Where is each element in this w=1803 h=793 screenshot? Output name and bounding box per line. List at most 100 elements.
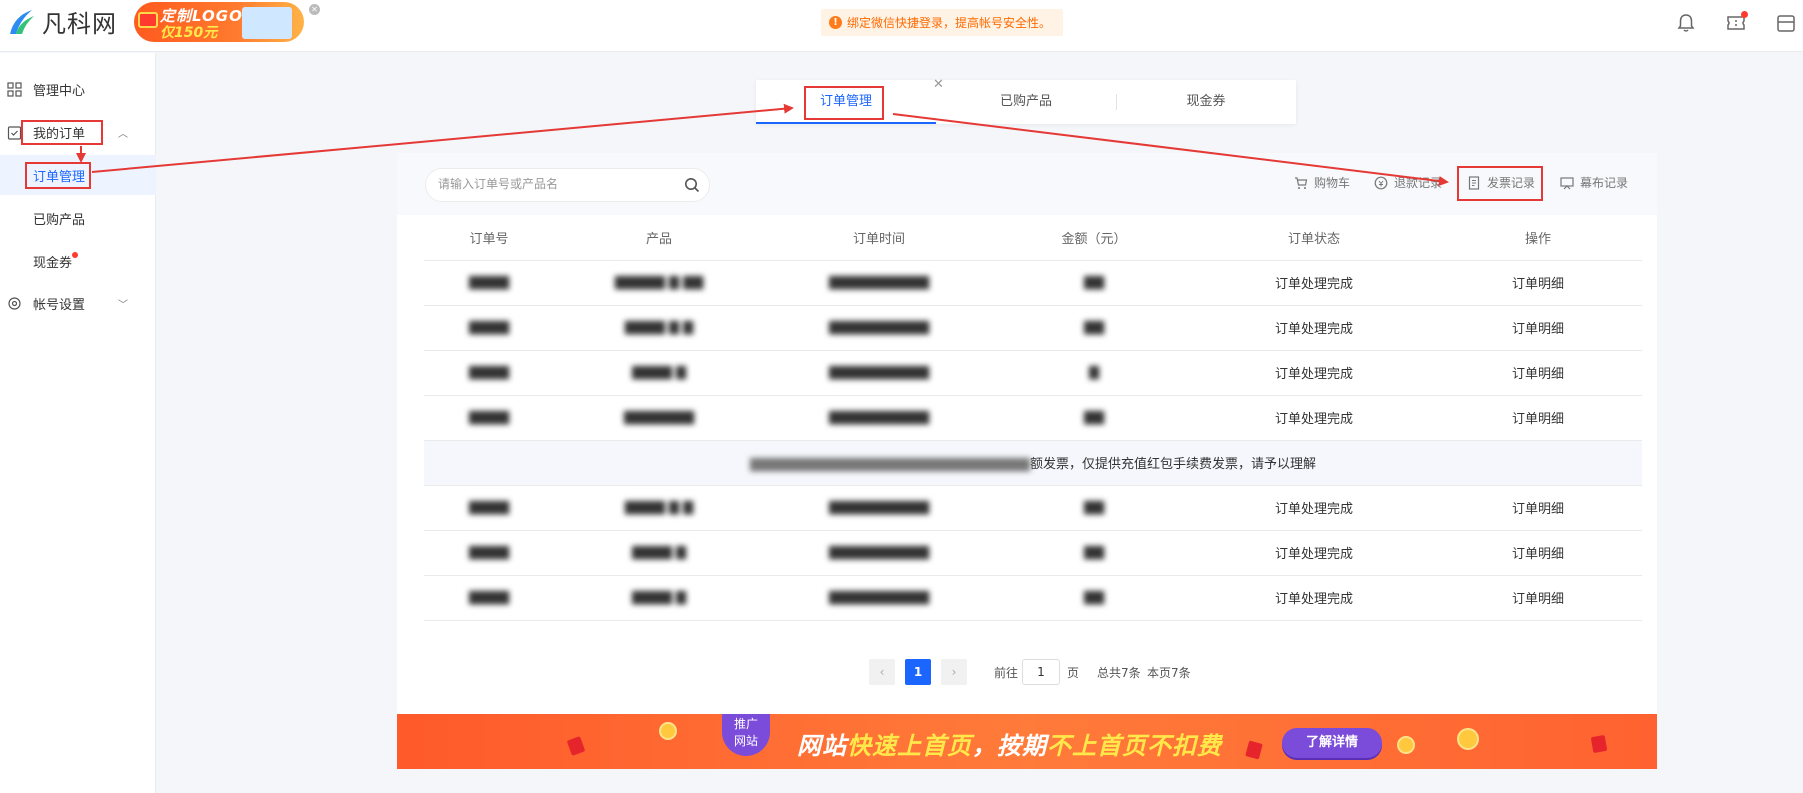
invoice-notice-row: ▇▇▇▇▇▇▇▇▇▇▇▇▇▇▇▇▇▇▇▇▇▇▇▇▇▇▇▇额发票，仅提供充值红包手… [424, 440, 1642, 486]
search-icon[interactable] [684, 177, 700, 193]
product-cell: ▇▇▇▇ ▇ [554, 530, 764, 576]
order-detail-link[interactable]: 订单明细 [1434, 575, 1642, 621]
page-count: 本页7条 [1147, 666, 1191, 680]
notice-text: 绑定微信快捷登录，提高帐号安全性。 [847, 16, 1052, 30]
amount-cell: ▇▇ [994, 395, 1194, 441]
refund-label: 退款记录 [1394, 176, 1443, 190]
promo-tag-line2: 网站 [733, 734, 758, 748]
order-no-cell: ▇▇▇▇ [424, 395, 554, 441]
order-detail-link[interactable]: 订单明细 [1434, 530, 1642, 576]
promo-headline-c: ，按期 [972, 732, 1047, 760]
order-time-cell: ▇▇▇▇▇▇▇▇▇▇ [764, 530, 994, 576]
board-icon [1560, 176, 1574, 189]
col-action: 操作 [1434, 215, 1642, 261]
logo-mark-icon [10, 9, 34, 34]
red-envelope-icon [1245, 740, 1263, 760]
sidebar-subitem-label: 现金券 [33, 255, 73, 271]
order-detail-link[interactable]: 订单明细 [1434, 260, 1642, 306]
sidebar-subitem-label: 已购产品 [33, 212, 86, 228]
promo-line2: 仅150元 [160, 25, 218, 41]
promo-banner[interactable]: 定制LOGO 仅150元 [134, 2, 304, 42]
prev-page-button[interactable]: ‹ [869, 659, 895, 685]
promo-headline-a: 网站 [797, 732, 847, 760]
annotation-box-my-orders [21, 120, 103, 145]
product-cell: ▇▇▇▇▇▇▇ [554, 395, 764, 441]
amount-cell: ▇▇ [994, 260, 1194, 306]
sidebar-subitem-cash-coupon[interactable]: 现金券 [0, 241, 156, 281]
sidebar-item-label: 管理中心 [33, 83, 86, 99]
order-detail-link[interactable]: 订单明细 [1434, 395, 1642, 441]
cart-link[interactable]: 购物车 [1294, 174, 1350, 191]
order-no-cell: ▇▇▇▇ [424, 350, 554, 396]
grid-icon [7, 81, 22, 97]
sidebar-item-account-settings[interactable]: 帐号设置 ﹀ [0, 284, 156, 322]
annotation-box-order-management [25, 162, 91, 189]
close-icon[interactable]: ✕ [933, 77, 944, 92]
cart-icon [1295, 176, 1308, 189]
product-cell: ▇▇▇▇▇ ▇ ▇▇ [554, 260, 764, 306]
annotation-box-order-tab [804, 86, 884, 120]
table-row: ▇▇▇▇ ▇▇▇▇▇ ▇ ▇▇ ▇▇▇▇▇▇▇▇▇▇ ▇▇ 订单处理完成 订单明… [424, 260, 1642, 306]
order-time-cell: ▇▇▇▇▇▇▇▇▇▇ [764, 395, 994, 441]
order-time-cell: ▇▇▇▇▇▇▇▇▇▇ [764, 305, 994, 351]
product-cell: ▇▇▇▇ ▇ [554, 575, 764, 621]
coupon-badge-dot [72, 252, 78, 258]
chevron-down-icon: ﹀ [118, 299, 128, 311]
order-detail-link[interactable]: 订单明细 [1434, 485, 1642, 531]
order-no-cell: ▇▇▇▇ [424, 260, 554, 306]
promo-illustration-icon [242, 7, 292, 39]
promo-close-icon[interactable]: ✕ [309, 4, 320, 15]
amount-cell: ▇▇ [994, 575, 1194, 621]
board-record-link[interactable]: 幕布记录 [1560, 174, 1628, 191]
promo-bottom-banner[interactable]: 推广 网站 网站快速上首页，按期不上首页不扣费 了解详情 [397, 714, 1657, 769]
status-cell: 订单处理完成 [1194, 485, 1434, 531]
search-input[interactable] [438, 177, 678, 191]
status-cell: 订单处理完成 [1194, 575, 1434, 621]
wechat-bind-notice[interactable]: ! 绑定微信快捷登录，提高帐号安全性。 [821, 9, 1064, 36]
amount-cell: ▇▇ [994, 305, 1194, 351]
table-row: ▇▇▇▇ ▇▇▇▇ ▇ ▇▇▇▇▇▇▇▇▇▇ ▇▇ 订单处理完成 订单明细 [424, 530, 1642, 576]
promo-headline-d: 不上首页不扣费 [1047, 732, 1222, 760]
sidebar-subitem-purchased-products[interactable]: 已购产品 [0, 198, 156, 238]
annotation-box-invoice [1457, 166, 1543, 201]
top-header: 凡科网 定制LOGO 仅150元 ✕ ! 绑定微信快捷登录，提高帐号安全性。 [0, 0, 1803, 52]
amount-cell: ▇▇ [994, 485, 1194, 531]
status-cell: 订单处理完成 [1194, 350, 1434, 396]
search-box[interactable] [425, 168, 710, 202]
order-detail-link[interactable]: 订单明细 [1434, 305, 1642, 351]
status-cell: 订单处理完成 [1194, 260, 1434, 306]
order-no-cell: ▇▇▇▇ [424, 575, 554, 621]
col-order-time: 订单时间 [764, 215, 994, 261]
order-time-cell: ▇▇▇▇▇▇▇▇▇▇ [764, 350, 994, 396]
tab-purchased-products[interactable]: 已购产品 [936, 80, 1116, 124]
page-unit-label: 页 [1067, 666, 1080, 680]
bell-icon[interactable] [1675, 12, 1697, 34]
chevron-up-icon: ︿ [118, 128, 128, 140]
tab-cash-coupon[interactable]: 现金券 [1116, 80, 1296, 124]
invoice-notice-text: 额发票，仅提供充值红包手续费发票，请予以理解 [1029, 457, 1316, 472]
refund-record-link[interactable]: 退款记录 [1374, 174, 1442, 191]
order-time-cell: ▇▇▇▇▇▇▇▇▇▇ [764, 260, 994, 306]
logo[interactable]: 凡科网 [6, 4, 117, 39]
red-envelope-icon [1590, 734, 1608, 754]
page-jump-input[interactable] [1022, 659, 1060, 685]
col-status: 订单状态 [1194, 215, 1434, 261]
tab-divider [1116, 94, 1117, 110]
order-no-cell: ▇▇▇▇ [424, 530, 554, 576]
order-no-cell: ▇▇▇▇ [424, 485, 554, 531]
coin-icon [1457, 728, 1479, 750]
page-1-button[interactable]: 1 [905, 659, 931, 685]
status-cell: 订单处理完成 [1194, 305, 1434, 351]
shop-icon[interactable] [1775, 12, 1797, 34]
warning-icon: ! [829, 16, 842, 29]
status-cell: 订单处理完成 [1194, 530, 1434, 576]
promo-tag-line1: 推广 [733, 717, 758, 731]
promo-headline-b: 快速上首页 [847, 732, 972, 760]
order-detail-link[interactable]: 订单明细 [1434, 350, 1642, 396]
product-cell: ▇▇▇▇ ▇ ▇ [554, 305, 764, 351]
amount-cell: ▇ [994, 350, 1194, 396]
sidebar-item-dashboard[interactable]: 管理中心 [0, 70, 156, 108]
learn-more-button[interactable]: 了解详情 [1282, 728, 1382, 758]
order-check-icon [7, 125, 22, 140]
next-page-button[interactable]: › [941, 659, 967, 685]
